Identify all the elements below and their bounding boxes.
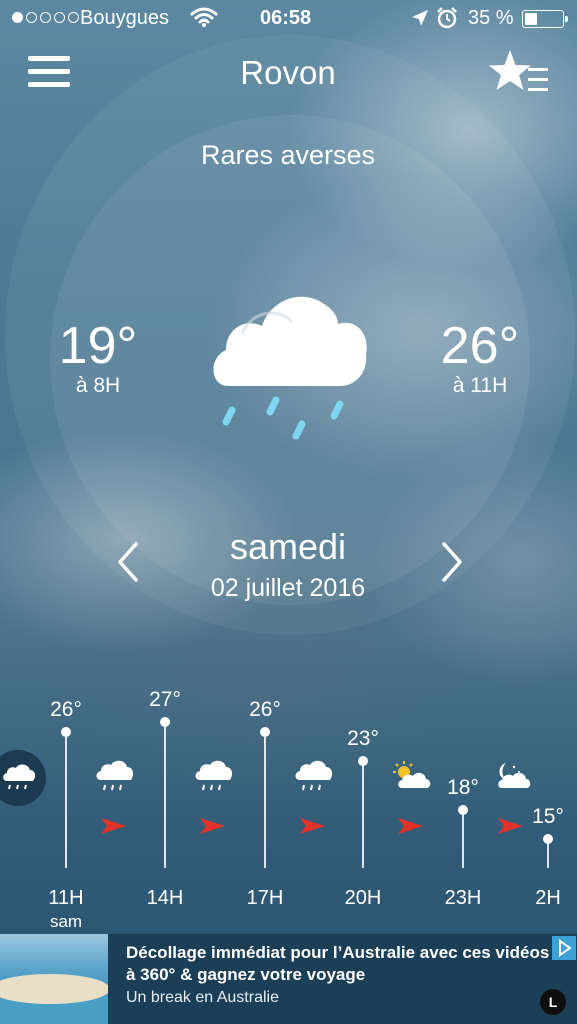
hourly-day-label: sam	[49, 912, 83, 931]
max-temperature: 26° à 11H	[420, 318, 540, 398]
min-temp-value: 19°	[58, 317, 138, 375]
ad-banner[interactable]: Décollage immédiat pour l’Australie avec…	[0, 934, 577, 1024]
alarm-clock-icon	[436, 7, 458, 35]
sun-cloud-icon	[392, 760, 432, 796]
chevron-right-icon	[442, 542, 462, 582]
hourly-temp-label: 26°	[50, 697, 82, 721]
ad-choices-icon[interactable]	[552, 936, 576, 960]
hourly-time-label: 14H	[146, 887, 184, 909]
day-name: samedi	[229, 526, 347, 567]
hourly-temp-line	[164, 722, 166, 868]
carrier-name: Bouygues	[80, 7, 169, 29]
hourly-temp-dot	[358, 755, 368, 766]
weather-condition: Rares averses	[200, 140, 376, 170]
hourly-time-label: 23H	[444, 887, 482, 909]
advertiser-logo: L	[540, 989, 566, 1015]
hourly-temp-line	[362, 760, 364, 868]
next-day-button[interactable]	[432, 540, 472, 584]
min-temperature: 19° à 8H	[38, 318, 158, 398]
moon-cloud-icon	[492, 760, 532, 796]
favorites-button[interactable]	[488, 48, 550, 100]
hourly-temp-label: 18°	[447, 775, 479, 799]
max-temp-time: à 11H	[452, 374, 508, 397]
cloud-rain-icon	[294, 760, 334, 796]
battery-icon	[522, 10, 568, 28]
hourly-temp-line	[65, 731, 67, 868]
ad-subtitle[interactable]: Un break en Australie	[126, 989, 279, 1007]
cloud-rain-icon	[194, 760, 234, 796]
hourly-scroll-bubble[interactable]	[0, 750, 46, 806]
max-temp-value: 26°	[440, 317, 520, 375]
location-arrow-icon	[411, 9, 429, 33]
cloud-rain-icon	[3, 764, 36, 790]
date-text: 02 juillet 2016	[210, 574, 366, 602]
wind-arrow-icon	[198, 816, 226, 836]
cloud-rain-icon	[95, 760, 135, 796]
status-time: 06:58	[260, 7, 312, 29]
hourly-temp-label: 23°	[347, 726, 379, 750]
hourly-temp-dot	[260, 726, 270, 737]
signal-strength-icon	[12, 12, 79, 23]
menu-button[interactable]	[28, 56, 70, 92]
hourly-temp-label: 15°	[532, 804, 564, 828]
hourly-temp-dot	[61, 726, 71, 737]
hourly-temp-line	[264, 731, 266, 868]
hourly-temp-dot	[543, 833, 553, 844]
chevron-left-icon	[118, 542, 138, 582]
cloud-rain-icon	[213, 296, 367, 440]
status-bar: Bouygues 06:58 35 %	[0, 0, 577, 38]
ad-title[interactable]: Décollage immédiat pour l’Australie avec…	[126, 942, 556, 986]
wind-arrow-icon	[99, 816, 127, 836]
star-list-icon	[489, 50, 548, 91]
wind-arrow-icon	[298, 816, 326, 836]
hourly-time-label: 2H	[535, 887, 561, 909]
battery-percentage: 35 %	[468, 7, 514, 29]
hamburger-menu-icon	[28, 56, 70, 61]
wind-arrow-icon	[396, 816, 424, 836]
min-temp-time: à 8H	[75, 374, 121, 397]
hourly-temp-dot	[160, 717, 170, 727]
hourly-temp-dot	[458, 804, 468, 815]
hourly-temp-label: 27°	[149, 688, 181, 711]
hourly-temp-line	[462, 809, 464, 868]
wifi-icon	[190, 6, 218, 34]
hourly-time-label: 17H	[246, 887, 284, 909]
ad-thumbnail[interactable]	[0, 934, 108, 1024]
hourly-time-label: 11H	[48, 887, 84, 909]
hourly-time-label: 20H	[344, 887, 382, 909]
hourly-temp-label: 26°	[249, 697, 281, 721]
previous-day-button[interactable]	[108, 540, 148, 584]
weather-app: Bouygues 06:58 35 % Rovon Rares averses …	[0, 0, 577, 1024]
